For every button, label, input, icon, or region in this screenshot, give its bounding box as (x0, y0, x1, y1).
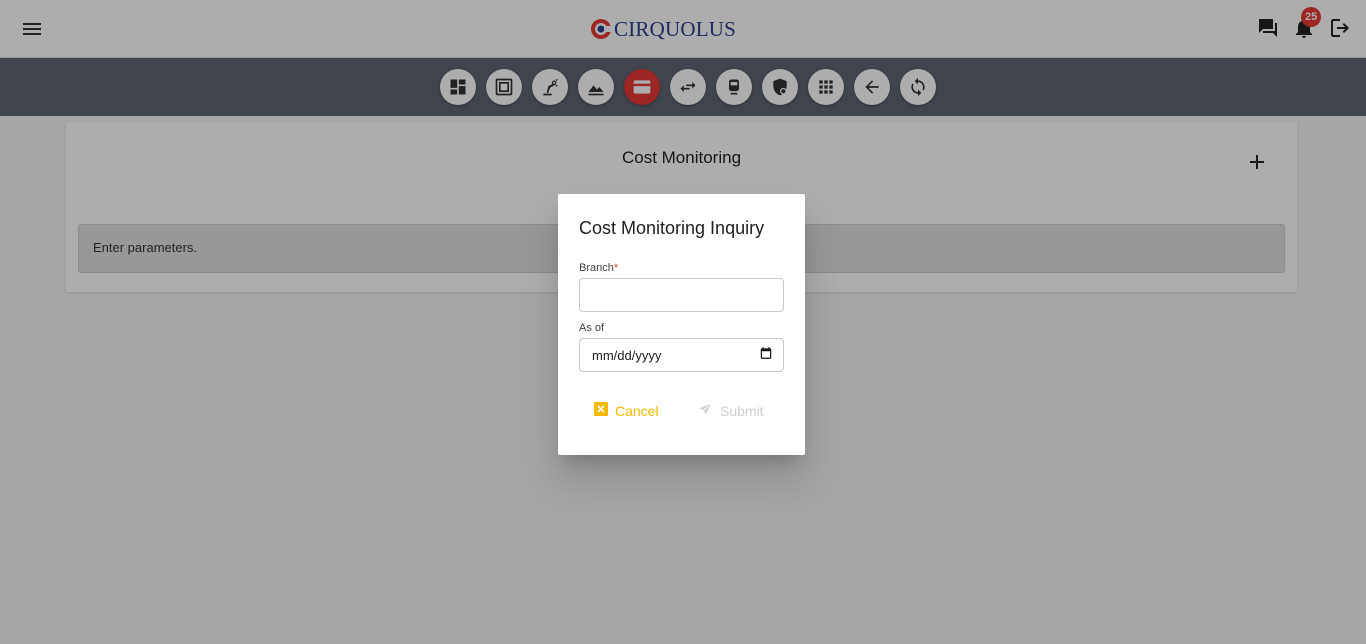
as-of-label: As of (579, 322, 605, 334)
branch-label-text: Branch (579, 262, 614, 274)
branch-field[interactable] (579, 278, 784, 312)
date-placeholder: mm/dd/yyyy (592, 347, 662, 363)
required-mark: * (613, 262, 619, 274)
branch-input[interactable] (580, 279, 783, 311)
calendar-icon[interactable] (759, 346, 773, 365)
cancel-icon (594, 402, 608, 419)
dialog-title: Cost Monitoring Inquiry (579, 218, 765, 238)
as-of-date-field[interactable]: mm/dd/yyyy (579, 338, 784, 372)
cancel-label: Cancel (615, 402, 659, 419)
send-icon (698, 402, 713, 420)
cancel-button[interactable]: Cancel (594, 402, 659, 419)
submit-label: Submit (720, 403, 764, 419)
inquiry-dialog: Cost Monitoring Inquiry Branch* As of mm… (558, 194, 805, 455)
submit-button[interactable]: Submit (698, 402, 764, 420)
branch-label: Branch* (579, 262, 618, 274)
